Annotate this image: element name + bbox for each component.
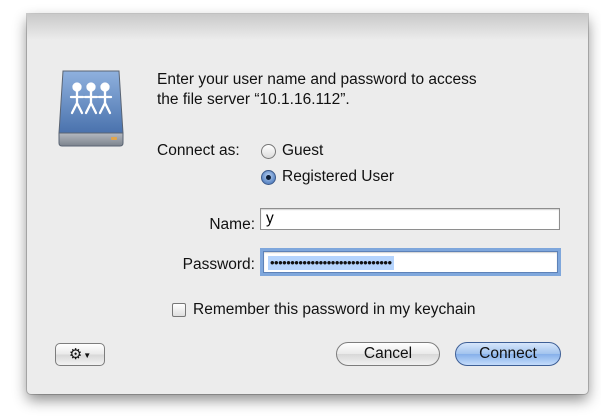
- guest-radio[interactable]: [261, 143, 276, 159]
- registered-user-option[interactable]: Registered User: [261, 168, 394, 186]
- password-field[interactable]: ••••••••••••••••••••••••••••••: [260, 248, 561, 276]
- password-mask: ••••••••••••••••••••••••••••••: [268, 256, 394, 270]
- connect-dialog: Enter your user name and password to acc…: [27, 14, 588, 394]
- guest-label: Guest: [282, 142, 324, 159]
- registered-user-label: Registered User: [282, 168, 394, 185]
- action-menu-button[interactable]: ⚙▼: [55, 343, 105, 366]
- prompt-line-2: the file server “10.1.16.112”.: [157, 91, 350, 108]
- remember-checkbox[interactable]: [172, 303, 186, 317]
- guest-option[interactable]: Guest: [261, 142, 323, 160]
- gear-icon: ⚙: [68, 346, 83, 363]
- connect-button[interactable]: Connect: [455, 342, 561, 366]
- login-prompt: Enter your user name and password to acc…: [157, 70, 557, 110]
- remember-label: Remember this password in my keychain: [193, 301, 476, 318]
- prompt-line-1: Enter your user name and password to acc…: [157, 71, 477, 88]
- cancel-button[interactable]: Cancel: [336, 342, 440, 366]
- chevron-down-icon: ▼: [83, 351, 92, 360]
- sheet-top-bar: [27, 14, 588, 40]
- name-field[interactable]: [260, 208, 560, 230]
- connect-as-label: Connect as:: [157, 142, 240, 159]
- file-server-icon: [58, 70, 124, 147]
- remember-password-option[interactable]: Remember this password in my keychain: [172, 301, 476, 319]
- password-label: Password:: [182, 256, 255, 273]
- name-label: Name:: [209, 216, 255, 233]
- registered-user-radio[interactable]: [261, 169, 276, 185]
